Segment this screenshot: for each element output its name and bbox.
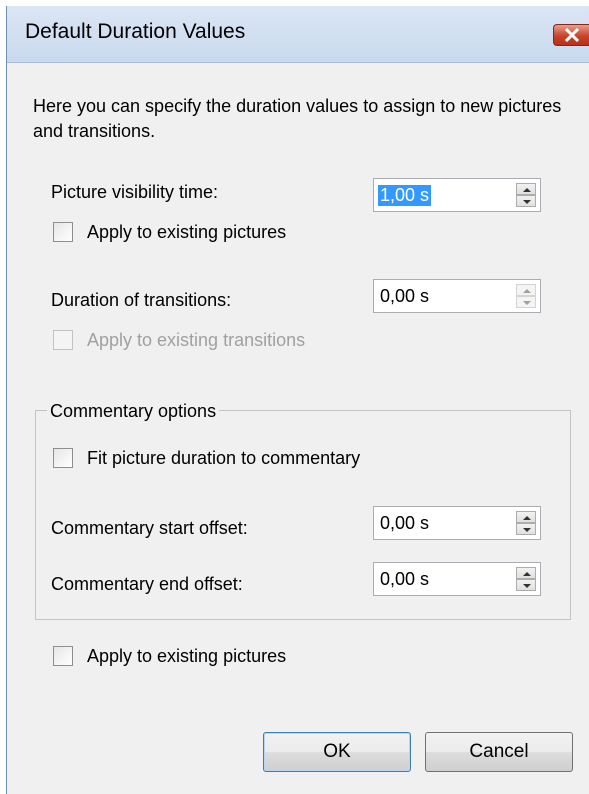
description-text: Here you can specify the duration values…: [33, 96, 562, 141]
picture-visibility-label: Picture visibility time:: [51, 182, 219, 202]
spin-down-button[interactable]: [516, 296, 536, 308]
transitions-duration-input[interactable]: 0,00 s: [378, 286, 431, 307]
apply-existing-pictures-label-1: Apply to existing pictures: [87, 222, 287, 242]
transitions-duration-label: Duration of transitions:: [51, 290, 232, 310]
commentary-start-offset-label: Commentary start offset:: [51, 518, 248, 538]
fit-picture-duration-label: Fit picture duration to commentary: [87, 448, 361, 468]
fit-picture-duration-checkbox[interactable]: [53, 448, 73, 468]
spin-down-button[interactable]: [516, 195, 536, 207]
arrow-up-icon: [523, 572, 531, 576]
spin-up-button[interactable]: [516, 183, 536, 195]
picture-visibility-spinbox[interactable]: 1,00 s: [373, 178, 541, 212]
window-title: Default Duration Values: [25, 20, 246, 43]
ok-button[interactable]: OK: [263, 732, 411, 772]
picture-visibility-input[interactable]: 1,00 s: [378, 185, 432, 206]
arrow-up-icon: [523, 188, 531, 192]
arrow-up-icon: [523, 516, 531, 520]
commentary-end-offset-spinner[interactable]: [516, 567, 536, 591]
dialog-window: Default Duration Values Here you can spe…: [6, 6, 589, 794]
arrow-down-icon: [523, 301, 531, 305]
spin-down-button[interactable]: [516, 579, 536, 591]
commentary-start-offset-input[interactable]: 0,00 s: [378, 513, 431, 534]
apply-existing-pictures-checkbox-1[interactable]: [53, 222, 73, 242]
commentary-end-offset-label: Commentary end offset:: [51, 574, 243, 594]
commentary-end-offset-input[interactable]: 0,00 s: [378, 569, 431, 590]
spin-up-button[interactable]: [516, 511, 536, 523]
apply-existing-pictures-checkbox-2[interactable]: [53, 646, 73, 666]
close-button[interactable]: [553, 24, 589, 46]
commentary-start-offset-spinbox[interactable]: 0,00 s: [373, 506, 541, 540]
spin-up-button[interactable]: [516, 284, 536, 296]
apply-existing-transitions-label: Apply to existing transitions: [87, 330, 306, 350]
arrow-down-icon: [523, 200, 531, 204]
transitions-duration-spinner[interactable]: [516, 284, 536, 308]
cancel-button[interactable]: Cancel: [425, 732, 573, 772]
apply-existing-transitions-checkbox[interactable]: [53, 330, 73, 350]
transitions-duration-spinbox[interactable]: 0,00 s: [373, 279, 541, 313]
commentary-end-offset-spinbox[interactable]: 0,00 s: [373, 562, 541, 596]
close-icon: [564, 28, 580, 42]
commentary-start-offset-spinner[interactable]: [516, 511, 536, 535]
arrow-down-icon: [523, 584, 531, 588]
apply-existing-pictures-label-2: Apply to existing pictures: [87, 646, 287, 666]
spin-up-button[interactable]: [516, 567, 536, 579]
picture-visibility-spinner[interactable]: [516, 183, 536, 207]
arrow-up-icon: [523, 289, 531, 293]
spin-down-button[interactable]: [516, 523, 536, 535]
title-bar[interactable]: Default Duration Values: [7, 6, 589, 63]
arrow-down-icon: [523, 528, 531, 532]
commentary-options-legend: Commentary options: [47, 401, 220, 422]
